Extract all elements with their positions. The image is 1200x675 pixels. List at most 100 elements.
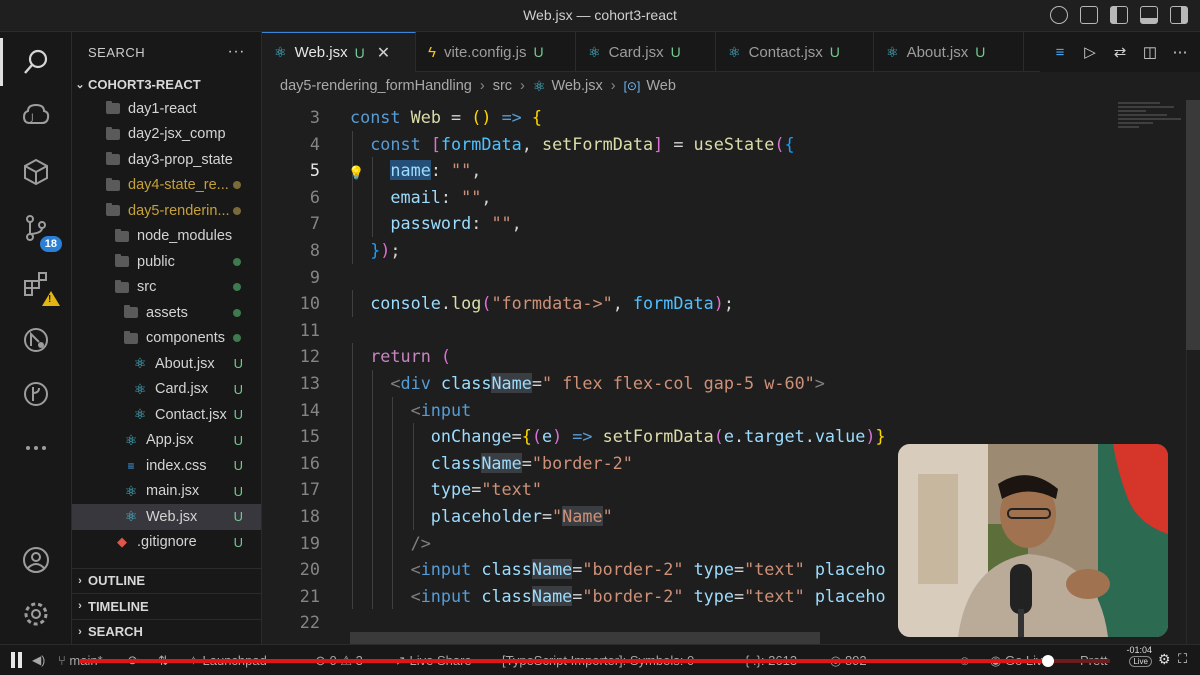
- video-settings-icon[interactable]: ⚙: [1158, 651, 1171, 668]
- breadcrumb-folder[interactable]: day5-rendering_formHandling: [280, 78, 472, 94]
- tree-item[interactable]: src: [72, 275, 261, 301]
- code-text: type="text": [431, 476, 542, 503]
- code-token: onChange: [430, 426, 512, 447]
- code-line[interactable]: 14 <input: [262, 396, 1102, 424]
- code-text: email: "",: [390, 184, 491, 211]
- scrollbar-thumb[interactable]: [1186, 100, 1200, 350]
- code-line[interactable]: 12 return (: [262, 343, 1102, 370]
- tree-item[interactable]: day2-jsx_comp: [72, 122, 261, 148]
- tree-item[interactable]: components: [72, 326, 261, 352]
- code-line[interactable]: 7 password: "",: [262, 210, 1102, 237]
- extensions-icon[interactable]: !: [18, 266, 60, 306]
- more-views-icon[interactable]: [18, 430, 54, 466]
- code-line[interactable]: 9: [262, 264, 1102, 291]
- tab-contact-jsx[interactable]: ⚛ Contact.jsx U: [716, 32, 874, 72]
- tree-item[interactable]: day4-state_re...: [72, 173, 261, 199]
- github-actions-icon[interactable]: [18, 322, 54, 358]
- breadcrumb-src[interactable]: src: [493, 78, 512, 94]
- code-token: "text": [744, 559, 805, 580]
- minimap[interactable]: [1118, 100, 1188, 160]
- settings-gear-icon[interactable]: [18, 596, 54, 632]
- code-line[interactable]: 5 name: "", 💡: [262, 157, 1102, 184]
- tree-item[interactable]: node_modules: [72, 224, 261, 250]
- tab-web-jsx[interactable]: ⚛ Web.jsx U ✕: [262, 32, 416, 72]
- breadcrumb-file[interactable]: Web.jsx: [551, 78, 602, 94]
- run-icon[interactable]: ▷: [1082, 44, 1098, 61]
- code-line[interactable]: 8});: [262, 237, 1102, 264]
- tab-vite-config-js[interactable]: ϟ vite.config.js U: [416, 32, 576, 72]
- code-token: return: [370, 346, 441, 367]
- line-number: 9: [309, 266, 320, 287]
- compare-changes-icon[interactable]: ⇄: [1112, 44, 1128, 61]
- toggle-panel-icon[interactable]: [1140, 6, 1158, 24]
- more-actions-icon[interactable]: ···: [228, 43, 245, 61]
- tree-item[interactable]: ⚛ Contact.jsx U: [72, 402, 261, 428]
- search-icon[interactable]: [0, 38, 54, 86]
- toggle-primary-sidebar-icon[interactable]: [1110, 6, 1128, 24]
- tree-item[interactable]: assets: [72, 300, 261, 326]
- tree-item[interactable]: ⚛ Web.jsx U: [72, 504, 261, 530]
- tree-item[interactable]: day3-prop_state: [72, 147, 261, 173]
- outline-section[interactable]: › OUTLINE: [72, 567, 262, 594]
- code-text: <input className="border-2" type="text" …: [411, 556, 886, 583]
- code-token: Name: [531, 559, 573, 580]
- folder-icon: [122, 330, 140, 346]
- remote-explorer-icon[interactable]: J: [18, 98, 54, 134]
- code-token: placeho: [814, 559, 886, 580]
- project-root[interactable]: ⌄ COHORT3-REACT: [72, 72, 261, 96]
- tree-item[interactable]: ⚛ main.jsx U: [72, 479, 261, 505]
- tree-item[interactable]: ≡ index.css U: [72, 453, 261, 479]
- layout-customize-icon[interactable]: [1080, 6, 1098, 24]
- copilot-icon[interactable]: [1050, 6, 1068, 24]
- tree-item-label: Card.jsx: [155, 381, 209, 398]
- video-progress-handle[interactable]: [1042, 655, 1055, 667]
- code-text: className="border-2": [431, 450, 633, 477]
- search-section[interactable]: › SEARCH: [72, 618, 262, 645]
- tree-item-label: day4-state_re...: [128, 177, 229, 194]
- chevron-right-icon: ›: [78, 625, 82, 638]
- css-file-icon[interactable]: ≡: [1052, 44, 1068, 61]
- tree-item[interactable]: ⚛ App.jsx U: [72, 428, 261, 454]
- code-line[interactable]: 4 const [formData, setFormData] = useStat…: [262, 130, 1102, 158]
- close-icon[interactable]: ✕: [377, 43, 390, 63]
- video-live-badge[interactable]: Live: [1129, 656, 1152, 667]
- volume-icon[interactable]: ◀): [32, 653, 45, 667]
- presenter-webcam: [898, 444, 1168, 637]
- tree-item[interactable]: ⚛ About.jsx U: [72, 351, 261, 377]
- source-control-badge: 18: [39, 236, 62, 252]
- video-progress-bar[interactable]: [80, 655, 1110, 667]
- fullscreen-icon[interactable]: ⛶: [1178, 651, 1187, 667]
- breadcrumb-symbol[interactable]: Web: [646, 78, 676, 94]
- extensions-box-icon[interactable]: [18, 154, 54, 190]
- horizontal-scrollbar[interactable]: [350, 632, 820, 644]
- tree-item[interactable]: ◆ .gitignore U: [72, 530, 261, 556]
- code-token: =: [541, 506, 553, 526]
- code-token: Name: [491, 373, 532, 393]
- source-control-icon[interactable]: 18: [18, 210, 62, 252]
- split-editor-icon[interactable]: ◫: [1142, 44, 1158, 61]
- git-graph-icon[interactable]: [18, 376, 54, 412]
- tree-item[interactable]: ⚛ Card.jsx U: [72, 377, 261, 403]
- video-pause-button[interactable]: [10, 652, 24, 668]
- title-bar-actions: [1050, 6, 1188, 24]
- vertical-scrollbar[interactable]: [1186, 100, 1200, 644]
- more-icon[interactable]: ⋯: [1172, 44, 1188, 61]
- code-line[interactable]: 11: [262, 317, 1102, 344]
- code-line[interactable]: 3 const Web = () => {: [262, 104, 1102, 131]
- tree-item[interactable]: public: [72, 249, 261, 275]
- svg-text:J: J: [30, 113, 34, 123]
- code-line[interactable]: 10 console.log("formdata->", formData);: [262, 290, 1102, 317]
- tree-item[interactable]: day1-react: [72, 96, 261, 122]
- code-line[interactable]: 13 <div className=" flex flex-col gap-5 w…: [262, 370, 1102, 397]
- tree-item[interactable]: day5-renderin...: [72, 198, 261, 224]
- code-token: "": [461, 186, 482, 207]
- code-line[interactable]: 6 email: "",: [262, 183, 1102, 211]
- tab-card-jsx[interactable]: ⚛ Card.jsx U: [576, 32, 716, 72]
- toggle-secondary-sidebar-icon[interactable]: [1170, 6, 1188, 24]
- timeline-section[interactable]: › TIMELINE: [72, 593, 262, 619]
- line-number: 3: [309, 107, 320, 127]
- account-icon[interactable]: [18, 542, 54, 578]
- code-token: ": [552, 506, 563, 526]
- git-status-badge: U: [233, 432, 243, 448]
- tab-about-jsx[interactable]: ⚛ About.jsx U: [874, 32, 1024, 72]
